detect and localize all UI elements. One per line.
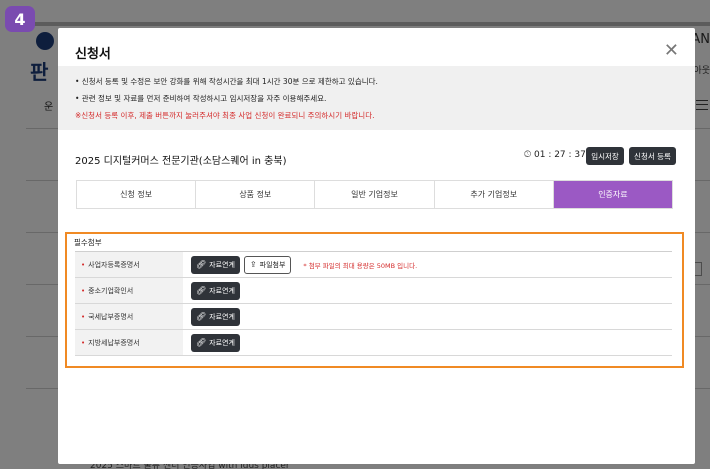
- section-title: 필수첨부: [74, 238, 102, 247]
- step-badge: 4: [5, 6, 35, 32]
- document-title: 2025 디지털커머스 전문기관(소담스퀘어 in 충북): [75, 156, 287, 167]
- warning-line: ※신청서 등록 이후, 제출 버튼까지 눌러주셔야 최종 사업 신청이 완료되니…: [75, 111, 375, 120]
- notice-line: • 관련 정보 및 자료를 먼저 준비하여 작성하시고 임시저장을 자주 이용해…: [75, 94, 327, 103]
- tab-additional-company-info[interactable]: 추가 기업정보: [435, 181, 554, 208]
- row-actions: 🔗︎ 자료연계: [183, 330, 672, 355]
- attach-file-button[interactable]: ⇪ 파일첨부: [243, 255, 292, 274]
- timer-value: 01 : 27 : 37: [534, 150, 586, 160]
- row-label: • 지방세납부증명서: [75, 330, 183, 355]
- attachments-table: • 사업자등록증명서 🔗︎ 자료연계 ⇪ 파일첨부 * 첨부 파일의 최대 용량은 5…: [75, 251, 672, 356]
- link-icon: 🔗︎: [196, 337, 207, 347]
- table-row: • 지방세납부증명서 🔗︎ 자료연계: [75, 330, 672, 356]
- session-timer: 🕓︎ 01 : 27 : 37: [524, 150, 586, 160]
- link-icon: 🔗︎: [196, 311, 207, 321]
- link-icon: 🔗︎: [196, 285, 207, 295]
- link-data-button[interactable]: 🔗︎ 자료연계: [191, 255, 240, 274]
- application-modal: 신청서 ✕ • 신청서 등록 및 수정은 보안 강화를 위해 작성시간을 최대 …: [58, 28, 695, 464]
- temp-save-button[interactable]: 임시저장: [586, 147, 624, 165]
- upload-icon: ⇪: [249, 259, 257, 269]
- close-icon[interactable]: ✕: [664, 40, 679, 61]
- link-icon: 🔗︎: [196, 259, 207, 269]
- link-data-button[interactable]: 🔗︎ 자료연계: [191, 281, 240, 300]
- table-row: • 중소기업확인서 🔗︎ 자료연계: [75, 278, 672, 304]
- clock-icon: 🕓︎: [524, 150, 532, 160]
- modal-title: 신청서: [75, 47, 111, 62]
- row-label: • 사업자등록증명서: [75, 252, 183, 277]
- table-row: • 사업자등록증명서 🔗︎ 자료연계 ⇪ 파일첨부 * 첨부 파일의 최대 용량은 5…: [75, 252, 672, 278]
- link-data-button[interactable]: 🔗︎ 자료연계: [191, 333, 240, 352]
- row-label: • 중소기업확인서: [75, 278, 183, 303]
- link-data-button[interactable]: 🔗︎ 자료연계: [191, 307, 240, 326]
- row-actions: 🔗︎ 자료연계 ⇪ 파일첨부 * 첨부 파일의 최대 용량은 50MB 입니다.: [183, 252, 672, 277]
- tab-certification-documents[interactable]: 인증자료: [553, 181, 673, 208]
- notice-box: • 신청서 등록 및 수정은 보안 강화를 위해 작성시간을 최대 1시간 30…: [58, 66, 695, 130]
- row-actions: 🔗︎ 자료연계: [183, 278, 672, 303]
- tab-general-company-info[interactable]: 일반 기업정보: [315, 181, 435, 208]
- tab-product-info[interactable]: 상품 정보: [196, 181, 316, 208]
- table-row: • 국세납부증명서 🔗︎ 자료연계: [75, 304, 672, 330]
- row-actions: 🔗︎ 자료연계: [183, 304, 672, 329]
- row-label: • 국세납부증명서: [75, 304, 183, 329]
- tab-application-info[interactable]: 신청 정보: [77, 181, 197, 208]
- notice-line: • 신청서 등록 및 수정은 보안 강화를 위해 작성시간을 최대 1시간 30…: [75, 77, 378, 86]
- file-size-hint: * 첨부 파일의 최대 용량은 50MB 입니다.: [303, 261, 418, 270]
- register-button[interactable]: 신청서 등록: [629, 147, 676, 165]
- tab-bar: 신청 정보 상품 정보 일반 기업정보 추가 기업정보 인증자료: [76, 180, 673, 209]
